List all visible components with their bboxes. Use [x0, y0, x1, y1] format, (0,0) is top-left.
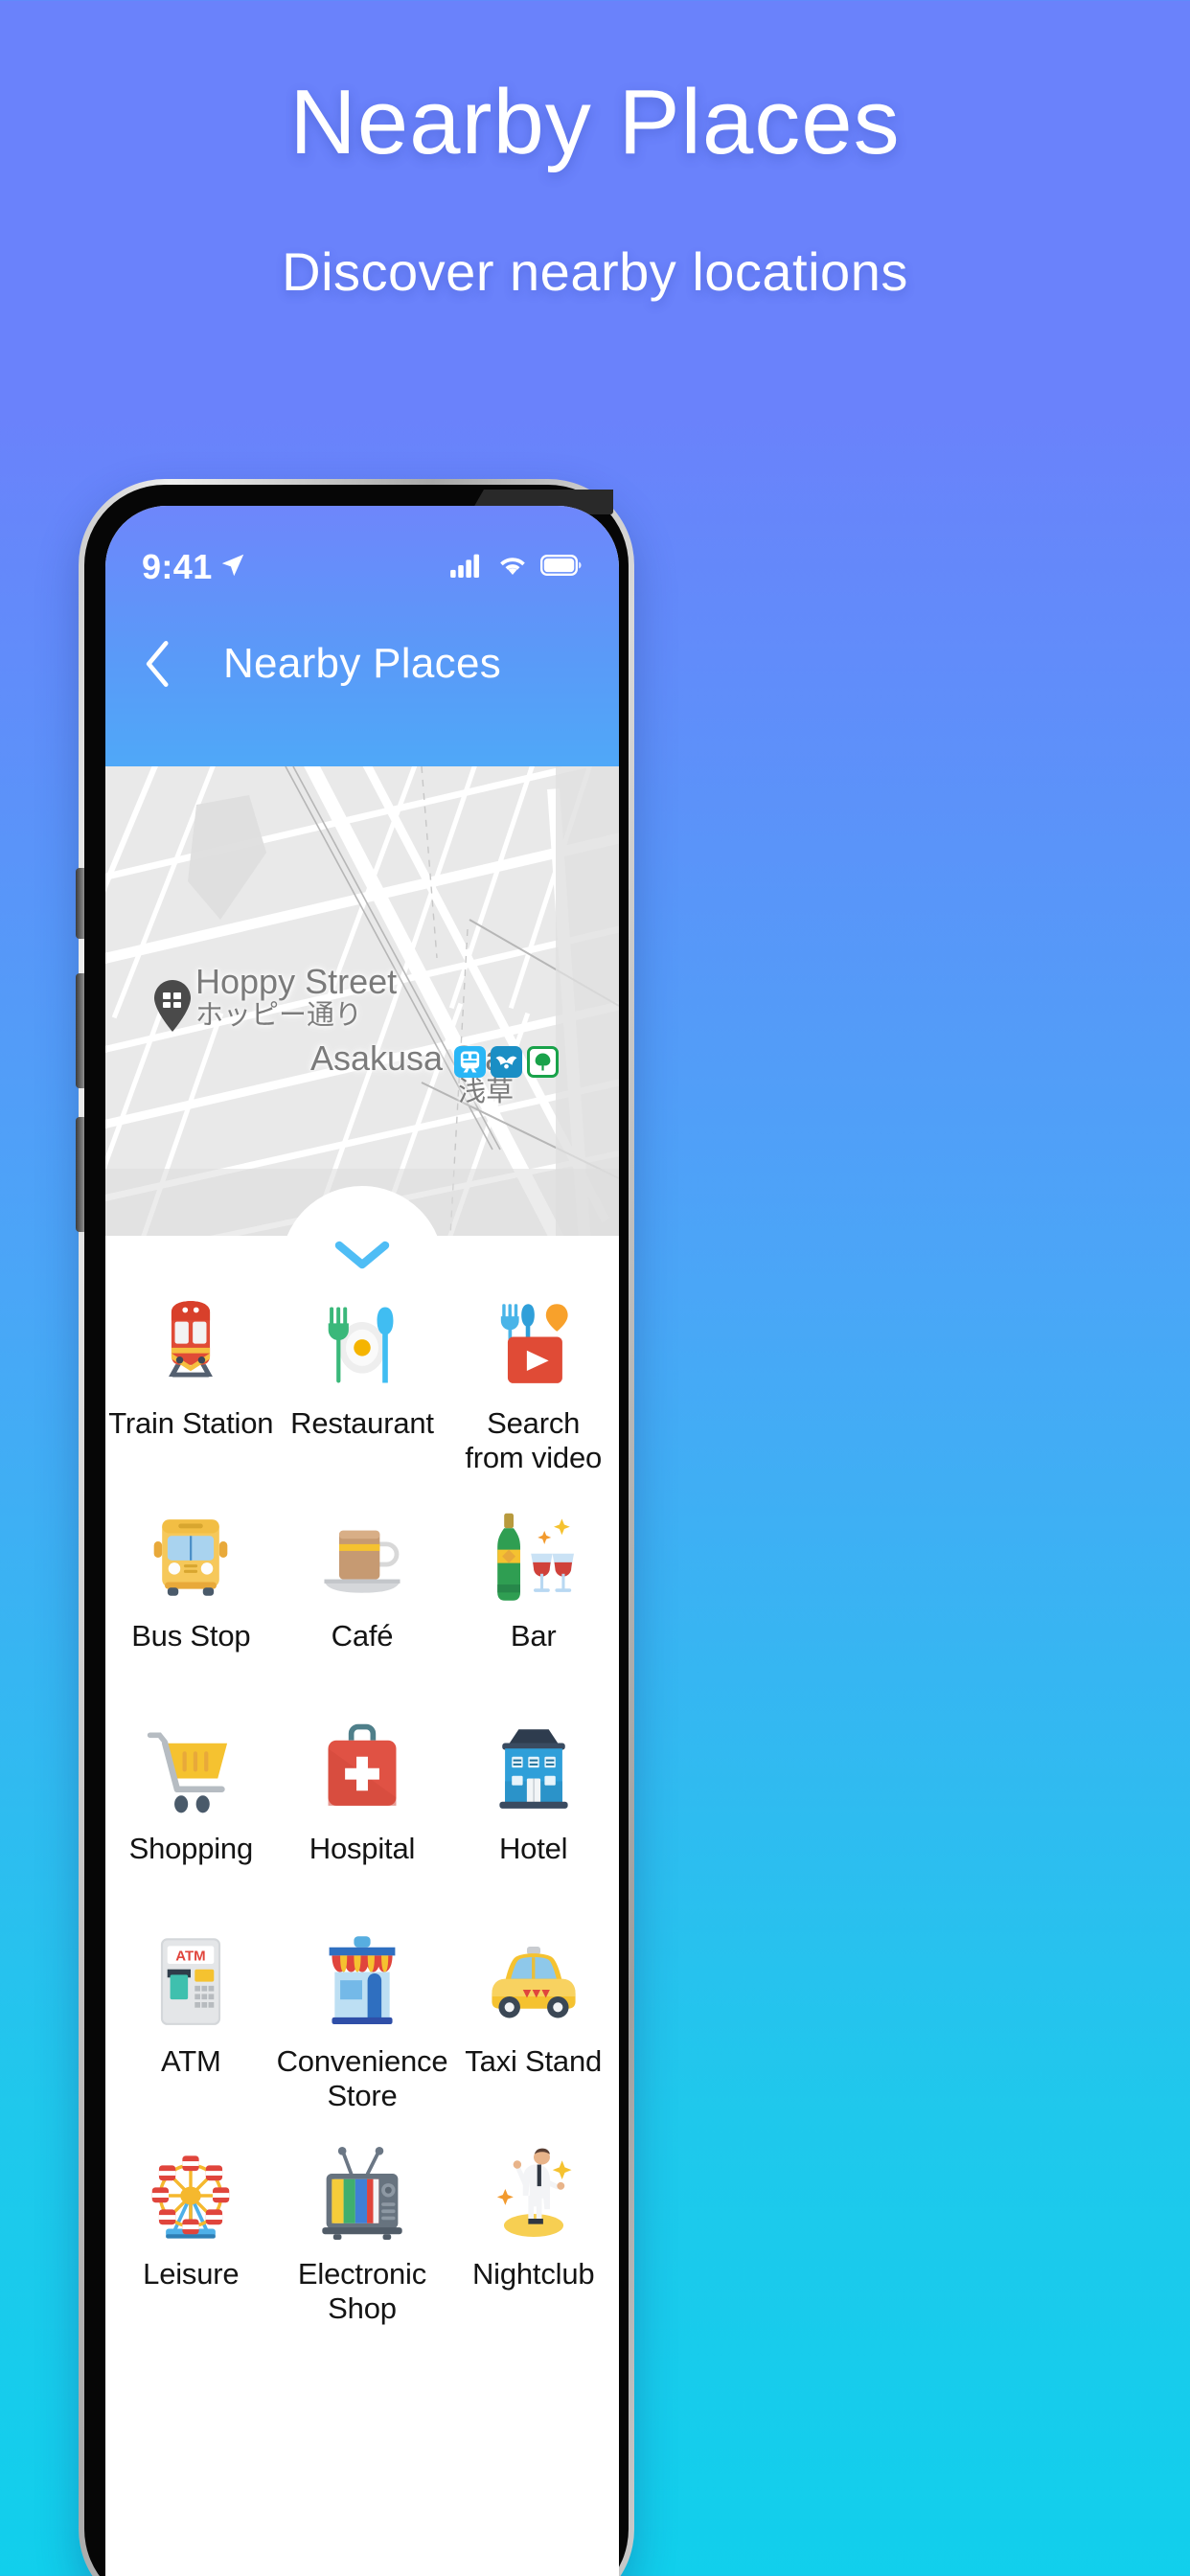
park-badge[interactable]	[527, 1046, 559, 1078]
map-label-jp: ホッピー通り	[195, 999, 363, 1031]
phone-mockup: 9:41 Nearby Places Hoppy Street ホッピー通り A…	[76, 479, 634, 2576]
category-search-from-video[interactable]: Search from video	[447, 1274, 619, 1487]
battery-full-icon	[540, 554, 583, 581]
category-train-station[interactable]: Train Station	[105, 1274, 277, 1487]
category-taxi-stand[interactable]: Taxi Stand	[447, 1912, 619, 2125]
category-hospital[interactable]: Hospital	[277, 1699, 448, 1912]
category-label: ATM	[161, 2044, 221, 2078]
category-label: Nightclub	[471, 2257, 595, 2291]
page-subtitle: Discover nearby locations	[282, 240, 908, 302]
chevron-left-icon	[146, 641, 169, 687]
app-header: 9:41 Nearby Places	[105, 506, 619, 766]
status-bar: 9:41	[105, 542, 619, 592]
volume-up-button[interactable]	[76, 973, 84, 1088]
category-label: Convenience Store	[276, 2044, 448, 2112]
location-arrow-icon	[218, 551, 247, 584]
map-view[interactable]: Hoppy Street ホッピー通り Asakusa Sta. 浅草	[105, 766, 619, 1236]
category-bus-stop[interactable]: Bus Stop	[105, 1487, 277, 1699]
atm-machine-icon: ATM	[152, 1929, 229, 2037]
video-search-icon	[489, 1291, 579, 1399]
category-label: Café	[331, 1619, 394, 1653]
train-icon	[149, 1291, 232, 1399]
category-shopping[interactable]: Shopping	[105, 1699, 277, 1912]
bus-icon	[149, 1504, 233, 1611]
back-button[interactable]	[130, 635, 188, 693]
category-label: Train Station	[108, 1406, 274, 1440]
map-poi-badges	[454, 1046, 559, 1078]
taxi-icon	[484, 1929, 584, 2037]
metro-station-badge[interactable]	[491, 1046, 522, 1078]
television-icon	[318, 2142, 406, 2249]
shopping-cart-icon	[145, 1717, 237, 1824]
dancing-person-icon	[488, 2142, 580, 2249]
category-restaurant[interactable]: Restaurant	[277, 1274, 448, 1487]
category-label: Shopping	[128, 1832, 254, 1865]
page-title: Nearby Places	[289, 71, 901, 173]
phone-bezel: 9:41 Nearby Places Hoppy Street ホッピー通り A…	[76, 485, 629, 2576]
category-label: Search from video	[465, 1406, 603, 1474]
category-nightclub[interactable]: Nightclub	[447, 2125, 619, 2337]
category-label: Hotel	[499, 1832, 568, 1865]
restaurant-icon	[316, 1291, 408, 1399]
category-convenience-store[interactable]: Convenience Store	[277, 1912, 448, 2125]
category-leisure[interactable]: Leisure	[105, 2125, 277, 2337]
category-cafe[interactable]: Café	[277, 1487, 448, 1699]
promo-header: Nearby Places Discover nearby locations	[0, 0, 1190, 303]
svg-text:ATM: ATM	[176, 1949, 206, 1965]
mute-switch-button[interactable]	[76, 868, 84, 939]
ferris-wheel-icon	[147, 2142, 235, 2249]
map-label-en: Hoppy Street	[195, 962, 398, 1001]
category-atm[interactable]: ATM ATM	[105, 1912, 277, 2125]
phone-screen: 9:41 Nearby Places Hoppy Street ホッピー通り A…	[105, 506, 619, 2576]
map-label-hoppy-street: Hoppy Street ホッピー通り	[195, 962, 398, 1031]
category-label: Hospital	[309, 1832, 416, 1865]
medical-kit-icon	[320, 1717, 404, 1824]
category-label: Taxi Stand	[465, 2044, 603, 2078]
map-pin-icon[interactable]	[151, 979, 194, 1033]
nav-bar-title: Nearby Places	[222, 640, 502, 687]
map-label-jp: 浅草	[458, 1076, 515, 1107]
category-label: Bus Stop	[131, 1619, 251, 1653]
category-electronic-shop[interactable]: Electronic Shop	[277, 2125, 448, 2337]
nav-bar: Nearby Places	[105, 592, 619, 736]
volume-down-button[interactable]	[76, 1117, 84, 1232]
hotel-building-icon	[489, 1717, 579, 1824]
train-station-badge[interactable]	[454, 1046, 486, 1078]
chevron-down-icon	[334, 1241, 390, 1269]
category-bar[interactable]: Bar	[447, 1487, 619, 1699]
category-label: Bar	[510, 1619, 557, 1653]
convenience-store-icon	[321, 1929, 403, 2037]
cellular-signal-icon	[450, 553, 485, 582]
category-hotel[interactable]: Hotel	[447, 1699, 619, 1912]
categories-sheet: Train Station Restaurant Search from vid…	[105, 1186, 619, 2576]
category-label: Electronic Shop	[297, 2257, 427, 2325]
coffee-cup-icon	[316, 1504, 408, 1611]
category-label: Leisure	[143, 2257, 240, 2291]
status-bar-time: 9:41	[142, 547, 213, 586]
category-grid: Train Station Restaurant Search from vid…	[105, 1274, 619, 2337]
bottle-and-glasses-icon	[487, 1504, 581, 1611]
category-label: Restaurant	[290, 1406, 434, 1440]
wifi-icon	[497, 553, 528, 582]
